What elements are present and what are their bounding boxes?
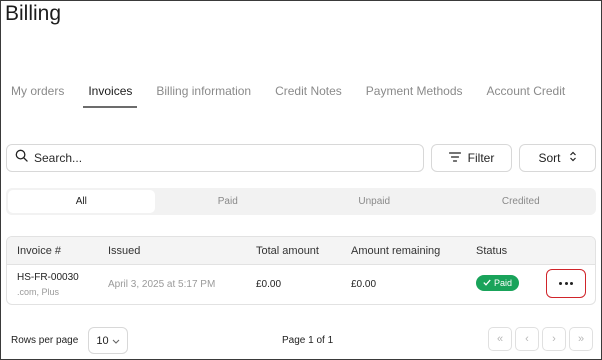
more-horizontal-icon [558, 282, 574, 285]
filter-button[interactable]: Filter [431, 144, 512, 172]
previous-page-button[interactable]: ‹ [515, 327, 539, 351]
invoice-number[interactable]: HS-FR-00030 [17, 272, 79, 283]
search-icon [15, 149, 28, 167]
tab-bar: My orders Invoices Billing information C… [11, 84, 589, 108]
sort-label: Sort [538, 151, 561, 165]
next-page-button[interactable]: › [542, 327, 566, 351]
last-page-button[interactable]: » [569, 327, 593, 351]
tab-credit-notes[interactable]: Credit Notes [275, 84, 342, 108]
search-box[interactable] [6, 144, 424, 172]
column-header-total-amount[interactable]: Total amount [256, 245, 319, 257]
rows-per-page-value: 10 [96, 334, 109, 347]
page-title: Billing [5, 2, 62, 25]
row-actions-button[interactable] [546, 269, 586, 298]
tab-billing-information[interactable]: Billing information [156, 84, 251, 108]
column-header-amount-remaining[interactable]: Amount remaining [351, 245, 440, 257]
invoices-table: Invoice # Issued Total amount Amount rem… [6, 236, 596, 305]
tab-payment-methods[interactable]: Payment Methods [366, 84, 463, 108]
segment-unpaid[interactable]: Unpaid [301, 190, 448, 213]
column-header-invoice[interactable]: Invoice # [17, 245, 61, 257]
filter-label: Filter [467, 151, 495, 165]
chevron-up-down-icon [561, 151, 577, 165]
check-icon [483, 278, 494, 288]
tab-invoices[interactable]: Invoices [83, 84, 138, 108]
status-badge: Paid [476, 275, 520, 291]
total-amount: £0.00 [256, 279, 282, 290]
amount-remaining: £0.00 [351, 279, 377, 290]
filter-lines-icon [448, 151, 468, 165]
tab-account-credit[interactable]: Account Credit [487, 84, 566, 108]
chevron-down-icon [109, 335, 120, 347]
sort-button[interactable]: Sort [519, 144, 596, 172]
table-header: Invoice # Issued Total amount Amount rem… [7, 237, 595, 265]
issued-date: April 3, 2025 at 5:17 PM [108, 279, 216, 290]
column-header-status[interactable]: Status [476, 245, 507, 257]
table-row[interactable]: HS-FR-00030 .com, Plus April 3, 2025 at … [7, 265, 595, 304]
billing-page: Billing My orders Invoices Billing infor… [0, 0, 602, 360]
invoice-subtitle: .com, Plus [17, 287, 60, 297]
segment-all[interactable]: All [8, 190, 155, 213]
page-info: Page 1 of 1 [282, 335, 334, 346]
segment-credited[interactable]: Credited [448, 190, 595, 213]
segment-paid[interactable]: Paid [155, 190, 302, 213]
tab-my-orders[interactable]: My orders [11, 84, 64, 108]
rows-per-page-select[interactable]: 10 [88, 327, 128, 354]
status-filter-segmented-control: All Paid Unpaid Credited [6, 188, 596, 215]
search-input[interactable] [34, 151, 414, 165]
column-header-issued[interactable]: Issued [108, 245, 140, 257]
rows-per-page-label: Rows per page [11, 335, 79, 346]
first-page-button[interactable]: « [488, 327, 512, 351]
status-badge-label: Paid [494, 278, 513, 288]
